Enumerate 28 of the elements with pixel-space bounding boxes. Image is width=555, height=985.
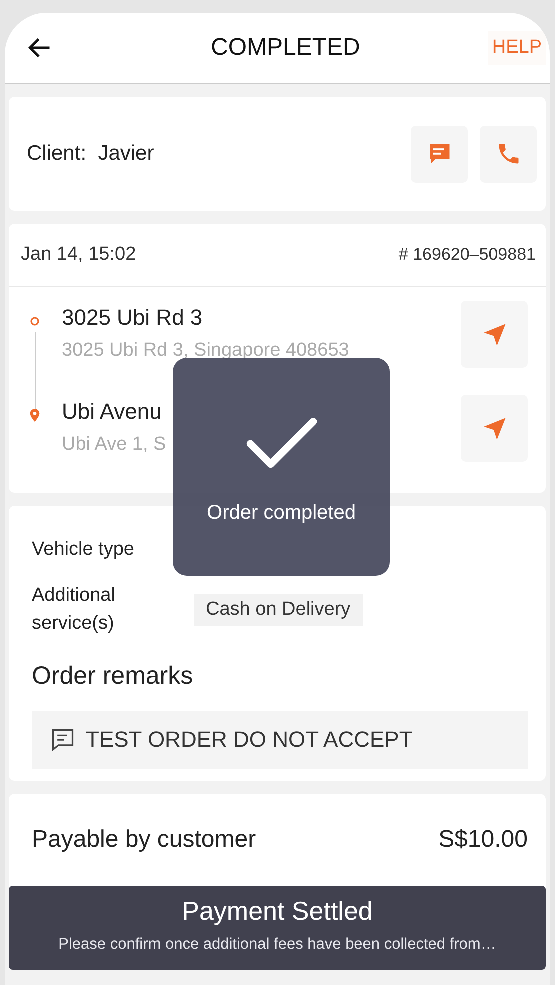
remarks-heading: Order remarks	[32, 662, 194, 691]
stop-address: 3025 Ubi Rd 3, Singapore 408653	[62, 340, 350, 362]
detail-label: Additional service(s)	[32, 584, 116, 636]
stop-address: Ubi Ave 1, S	[62, 434, 168, 456]
remarks-text: TEST ORDER DO NOT ACCEPT	[86, 727, 413, 753]
help-button[interactable]: HELP	[488, 31, 546, 65]
stop-name: 3025 Ubi Rd 3	[62, 305, 204, 331]
navigate-button[interactable]	[461, 301, 528, 368]
page-title: COMPLETED	[211, 34, 360, 62]
stop-name: Ubi Avenu	[62, 399, 163, 425]
payment-amount: S$10.00	[438, 826, 528, 854]
banner-message: Please confirm once additional fees have been collected from…	[58, 936, 496, 954]
call-button[interactable]	[480, 126, 537, 182]
navigate-button[interactable]	[461, 395, 528, 462]
message-button[interactable]	[411, 126, 468, 182]
note-icon	[50, 727, 76, 753]
detail-label: Vehicle type	[32, 538, 136, 562]
service-tag: Cash on Delivery	[194, 594, 363, 626]
order-time: Jan 14, 15:02	[21, 244, 136, 266]
payment-label: Payable by customer	[32, 826, 256, 854]
banner-title: Payment Settled	[182, 896, 373, 927]
navigation-arrow-icon	[482, 322, 508, 348]
pickup-dot-icon	[29, 315, 41, 328]
navigation-arrow-icon	[482, 416, 508, 442]
client-label: Client: Javier	[27, 142, 156, 166]
location-pin-icon	[29, 409, 41, 422]
toast-text: Order completed	[207, 502, 356, 525]
order-number: # 169620–509881	[398, 245, 536, 265]
